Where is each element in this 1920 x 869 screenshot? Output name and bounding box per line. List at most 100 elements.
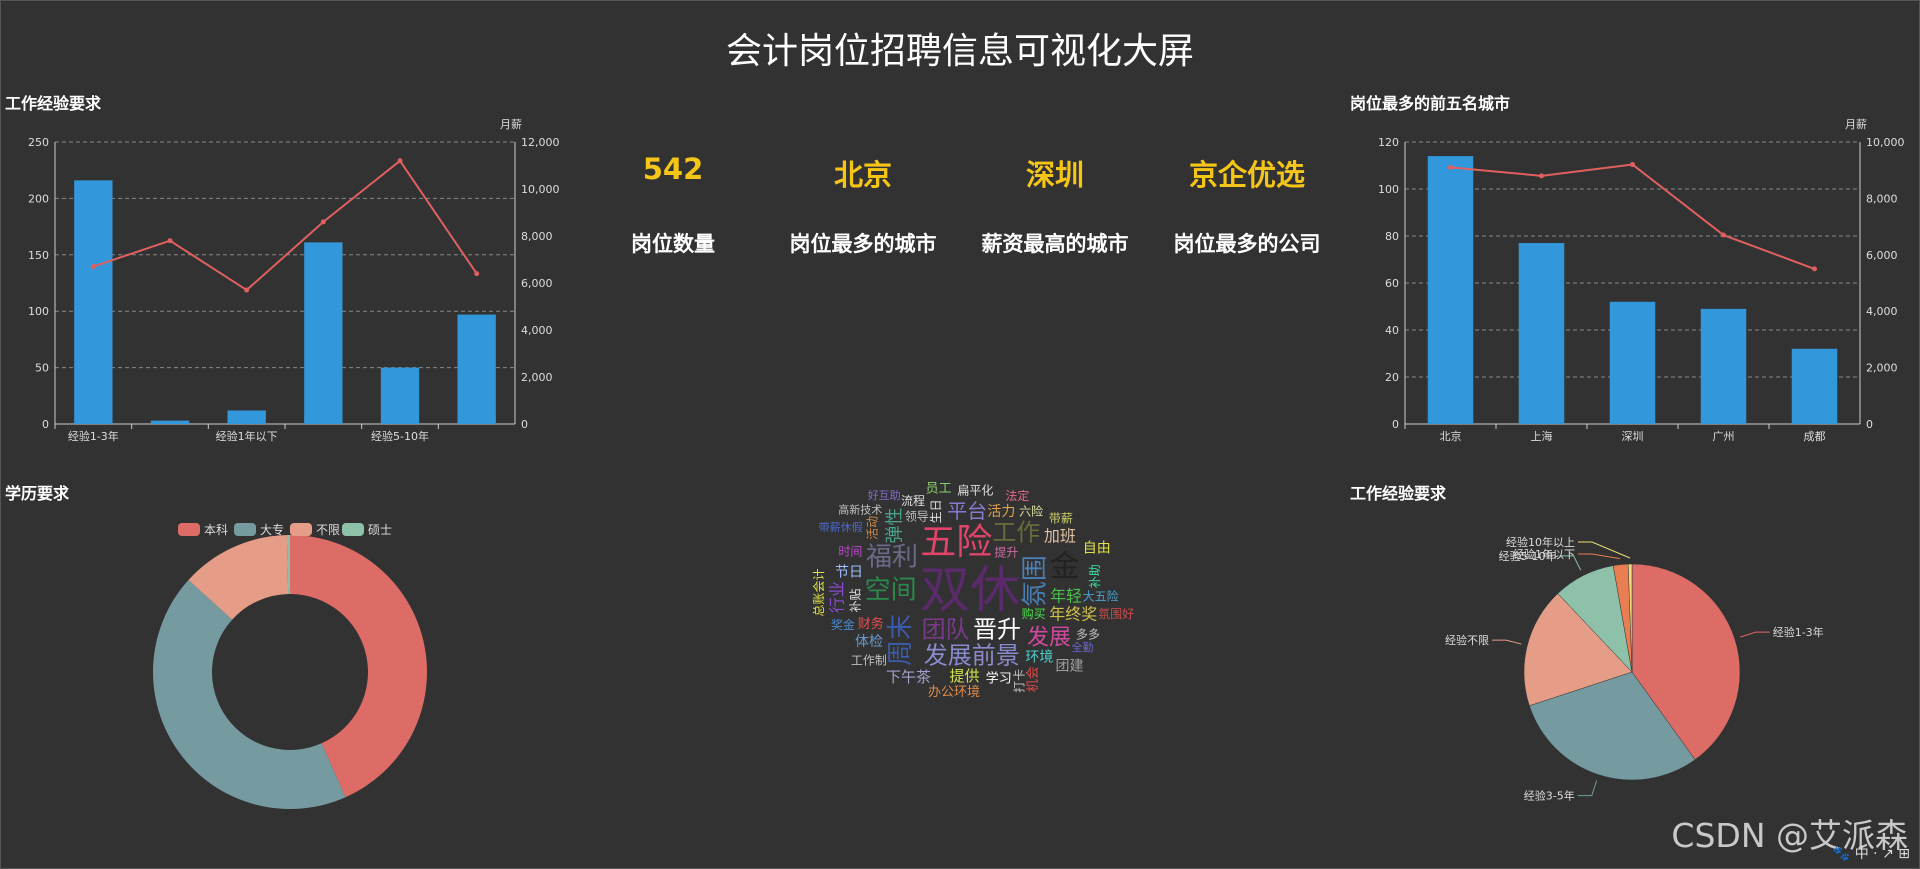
education-donut-chart: 本科 大专 不限 硕士 <box>153 522 427 809</box>
pie-label-line <box>1578 553 1621 560</box>
pie-label-line <box>1577 780 1598 797</box>
legend-swatch <box>178 523 200 536</box>
salary-point <box>1539 173 1544 179</box>
x-tick-label: 深圳 <box>1622 430 1644 443</box>
y2-tick-label: 0 <box>1866 418 1873 431</box>
salary-point <box>1721 232 1726 238</box>
y-tick-label: 50 <box>35 362 49 375</box>
exp-pie-title: 工作经验要求 <box>1350 484 1447 503</box>
y-tick-label: 150 <box>28 249 49 262</box>
wordcloud-word: 总账会计 <box>812 568 826 616</box>
wordcloud-word: 环境 <box>1025 649 1053 665</box>
edu-chart-title: 学历要求 <box>5 484 70 503</box>
bar <box>1427 156 1474 424</box>
kpi-top-company-label: 岗位最多的公司 <box>1173 232 1321 256</box>
experience-pie-chart: 经验1-3年经验3-5年经验不限经验5-10年经验1年以下经验10年以上 <box>1445 535 1824 803</box>
wordcloud-word: 补贴 <box>849 588 863 612</box>
y2-tick-label: 12,000 <box>521 136 560 149</box>
y2-tick-label: 8,000 <box>1866 192 1898 205</box>
wordcloud-word: 时间 <box>838 544 862 558</box>
pie-label: 经验3-5年 <box>1524 789 1575 803</box>
legend-swatch <box>290 523 312 536</box>
wordcloud-word: 法定 <box>1005 488 1029 503</box>
bar <box>227 410 266 424</box>
wordcloud-word: 提升 <box>994 544 1018 559</box>
chart-toolbox[interactable]: 🐾 中 · ↗ ⊞ <box>1833 843 1910 863</box>
y2-tick-label: 8,000 <box>521 230 553 243</box>
pie-label: 经验1年以下 <box>1513 547 1575 561</box>
y2-tick-label: 2,000 <box>1866 362 1898 375</box>
bar <box>1609 301 1656 424</box>
x-tick-label: 成都 <box>1804 430 1826 443</box>
wordcloud-word: 氛围 <box>1021 555 1051 607</box>
wordcloud-word: 购买 <box>1022 606 1046 621</box>
bar <box>1518 243 1565 424</box>
legend-label: 大专 <box>260 522 284 537</box>
y-tick-label: 100 <box>1378 183 1399 196</box>
kpi-top-salary-city-label: 薪资最高的城市 <box>981 232 1129 256</box>
salary-point <box>397 158 403 164</box>
legend-label: 本科 <box>204 523 228 537</box>
kpi-job-count-value: 542 <box>642 152 704 186</box>
y-tick-label: 0 <box>1392 418 1399 431</box>
wordcloud-word: 学习 <box>986 670 1012 686</box>
salary-point <box>244 287 250 293</box>
y-tick-label: 40 <box>1385 324 1399 337</box>
bar <box>457 314 496 424</box>
wordcloud-word: 发展前景 <box>924 641 1020 669</box>
bar <box>150 420 190 424</box>
y2-tick-label: 2,000 <box>521 371 553 384</box>
legend-swatch <box>234 523 256 536</box>
wordcloud-word: 平台 <box>947 499 987 523</box>
wordcloud-word: 发展 <box>1027 625 1071 650</box>
wordcloud-word: 打卡 <box>1013 669 1027 693</box>
salary-point <box>167 238 173 244</box>
wordcloud-word: 下午茶 <box>886 668 931 686</box>
wordcloud-word: 节日 <box>835 564 863 580</box>
wordcloud-word: 福利 <box>866 543 918 573</box>
wordcloud-word: 活力 <box>987 504 1015 520</box>
wordcloud-word: 生日 <box>929 499 943 523</box>
wordcloud-word: 五险 <box>920 522 992 563</box>
kpi-top-company-value: 京企优选 <box>1188 158 1305 192</box>
wordcloud-word: 好互助 <box>868 488 901 502</box>
wordcloud-word: 补助 <box>1088 564 1102 588</box>
wordcloud-word: 带薪 <box>1049 512 1073 526</box>
wordcloud-word: 双休 <box>920 561 1020 619</box>
salary-point <box>90 264 96 270</box>
x-tick-label: 广州 <box>1713 430 1735 443</box>
wordcloud-word: 高新技术 <box>838 502 882 516</box>
y-tick-label: 0 <box>42 418 49 431</box>
y-tick-label: 120 <box>1378 136 1399 149</box>
x-tick-label: 北京 <box>1440 429 1462 443</box>
wordcloud-word: 年轻 <box>1050 587 1082 606</box>
wordcloud-word: 六险 <box>1019 503 1043 518</box>
y2-tick-label: 10,000 <box>1866 136 1905 149</box>
wordcloud-word: 行业 <box>828 581 847 613</box>
y2-tick-label: 6,000 <box>521 277 553 290</box>
wordcloud-word: 财务 <box>858 616 884 632</box>
salary-point <box>474 271 480 277</box>
wordcloud-word: 提供 <box>949 667 979 685</box>
wordcloud-word: 自由 <box>1083 541 1111 557</box>
bar <box>1791 348 1838 424</box>
wordcloud-word: 机会 <box>1026 666 1041 692</box>
wordcloud-word: 带薪休假 <box>819 520 863 534</box>
wordcloud-word: 金 <box>1050 550 1080 585</box>
salary-point <box>1812 266 1817 272</box>
wordcloud-word: 工作 <box>992 519 1040 547</box>
wordcloud-word: 团建 <box>1055 658 1083 674</box>
bar <box>1700 308 1747 424</box>
pie-label: 经验1-3年 <box>1773 625 1824 639</box>
x-tick-label: 经验5-10年 <box>371 429 429 443</box>
wordcloud-word: 奖金 <box>831 617 855 632</box>
wordcloud-word: 扁平化 <box>957 483 993 497</box>
legend-swatch <box>342 523 364 536</box>
wordcloud-word: 员工 <box>926 482 952 497</box>
y2-axis-label: 月薪 <box>1845 118 1867 131</box>
y-tick-label: 200 <box>28 192 49 205</box>
wordcloud-word: 流程 <box>901 493 925 508</box>
kpi-top-city-label: 岗位最多的城市 <box>789 232 937 256</box>
wordcloud-word: 弹性 <box>885 508 906 544</box>
y2-tick-label: 6,000 <box>1866 249 1898 262</box>
